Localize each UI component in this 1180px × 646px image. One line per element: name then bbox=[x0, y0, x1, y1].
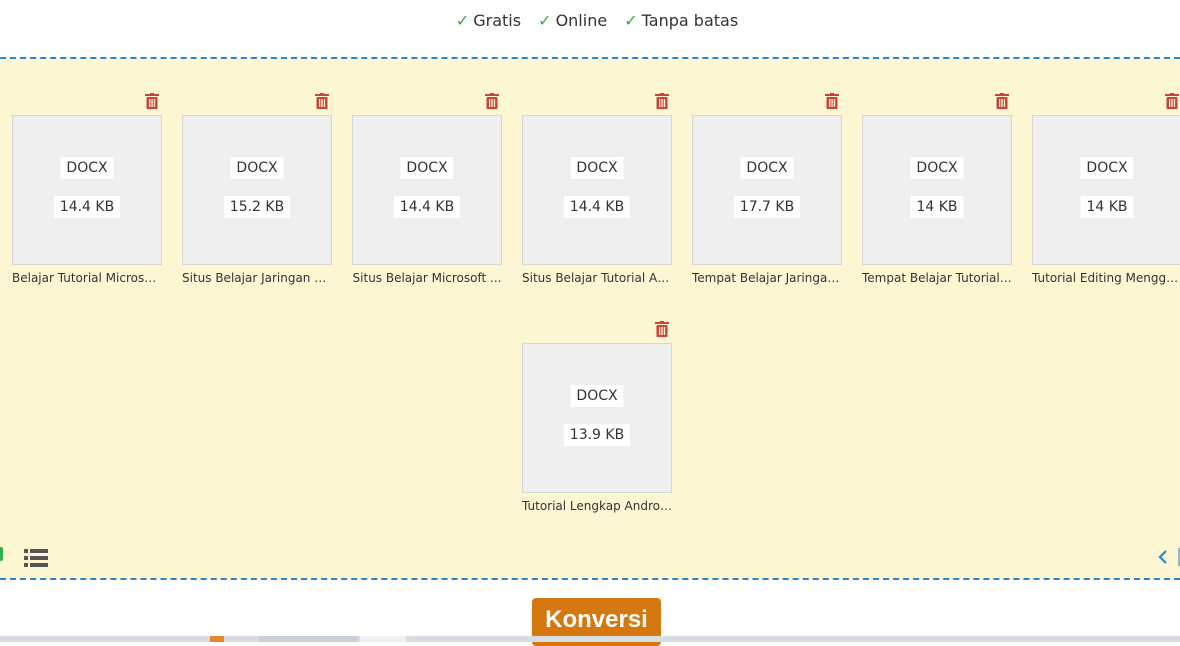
trash-icon[interactable] bbox=[825, 93, 839, 109]
chevron-left-icon[interactable] bbox=[1158, 549, 1168, 565]
trash-icon[interactable] bbox=[485, 93, 499, 109]
file-size-badge: 14.4 KB bbox=[563, 196, 631, 218]
file-type-badge: DOCX bbox=[60, 157, 114, 179]
status-indicator bbox=[0, 547, 3, 561]
check-icon: ✓ bbox=[624, 11, 638, 30]
trash-icon[interactable] bbox=[1165, 93, 1179, 109]
file-thumbnail[interactable]: DOCX 14 KB bbox=[1032, 115, 1180, 265]
file-size-badge: 13.9 KB bbox=[563, 424, 631, 446]
file-name: Situs Belajar Jaringan Ko... bbox=[182, 271, 332, 285]
taskbar-item[interactable] bbox=[360, 636, 406, 642]
taskbar bbox=[0, 636, 1180, 642]
file-type-badge: DOCX bbox=[570, 157, 624, 179]
file-name: Tempat Belajar Jaringan ... bbox=[692, 271, 842, 285]
file-type-badge: DOCX bbox=[230, 157, 284, 179]
trash-icon[interactable] bbox=[315, 93, 329, 109]
file-name: Tutorial Editing Menggu... bbox=[1032, 271, 1180, 285]
file-thumbnail[interactable]: DOCX 14.4 KB bbox=[352, 115, 502, 265]
feature-list: ✓ Gratis ✓ Online ✓ Tanpa batas bbox=[0, 11, 1180, 30]
file-name: Situs Belajar Microsoft ... bbox=[352, 271, 502, 285]
trash-icon[interactable] bbox=[145, 93, 159, 109]
file-size-badge: 14.4 KB bbox=[393, 196, 461, 218]
file-dropzone[interactable]: DOCX 14.4 KB Belajar Tutorial Microsof..… bbox=[0, 57, 1180, 580]
file-type-badge: DOCX bbox=[1080, 157, 1134, 179]
file-name: Tutorial Lengkap Androi... bbox=[522, 499, 672, 513]
file-name: Belajar Tutorial Microsof... bbox=[12, 271, 162, 285]
feature-label: Gratis bbox=[473, 11, 522, 30]
file-name: Tempat Belajar Tutorial ... bbox=[862, 271, 1012, 285]
file-name: Situs Belajar Tutorial Apl... bbox=[522, 271, 672, 285]
file-size-badge: 14 KB bbox=[1080, 196, 1134, 218]
file-size-badge: 17.7 KB bbox=[733, 196, 801, 218]
file-size-badge: 14 KB bbox=[910, 196, 964, 218]
feature-label: Online bbox=[555, 11, 608, 30]
trash-icon[interactable] bbox=[655, 321, 669, 337]
list-view-icon[interactable] bbox=[24, 548, 48, 568]
file-type-badge: DOCX bbox=[910, 157, 964, 179]
file-thumbnail[interactable]: DOCX 14 KB bbox=[862, 115, 1012, 265]
file-type-badge: DOCX bbox=[570, 385, 624, 407]
trash-icon[interactable] bbox=[655, 93, 669, 109]
file-thumbnail[interactable]: DOCX 17.7 KB bbox=[692, 115, 842, 265]
feature-online: ✓ Online bbox=[538, 11, 607, 30]
file-size-badge: 15.2 KB bbox=[223, 196, 291, 218]
check-icon: ✓ bbox=[538, 11, 552, 30]
file-size-badge: 14.4 KB bbox=[53, 196, 121, 218]
taskbar-app-icon[interactable] bbox=[210, 636, 224, 642]
file-thumbnail[interactable]: DOCX 13.9 KB bbox=[522, 343, 672, 493]
check-icon: ✓ bbox=[455, 11, 470, 30]
trash-icon[interactable] bbox=[995, 93, 1009, 109]
file-type-badge: DOCX bbox=[400, 157, 454, 179]
file-thumbnail[interactable]: DOCX 14.4 KB bbox=[12, 115, 162, 265]
feature-gratis: ✓ Gratis bbox=[456, 11, 521, 30]
feature-tanpa-batas: ✓ Tanpa batas bbox=[624, 11, 738, 30]
feature-label: Tanpa batas bbox=[641, 11, 739, 30]
file-thumbnail[interactable]: DOCX 14.4 KB bbox=[522, 115, 672, 265]
file-thumbnail[interactable]: DOCX 15.2 KB bbox=[182, 115, 332, 265]
taskbar-item[interactable] bbox=[258, 636, 358, 642]
file-type-badge: DOCX bbox=[740, 157, 794, 179]
